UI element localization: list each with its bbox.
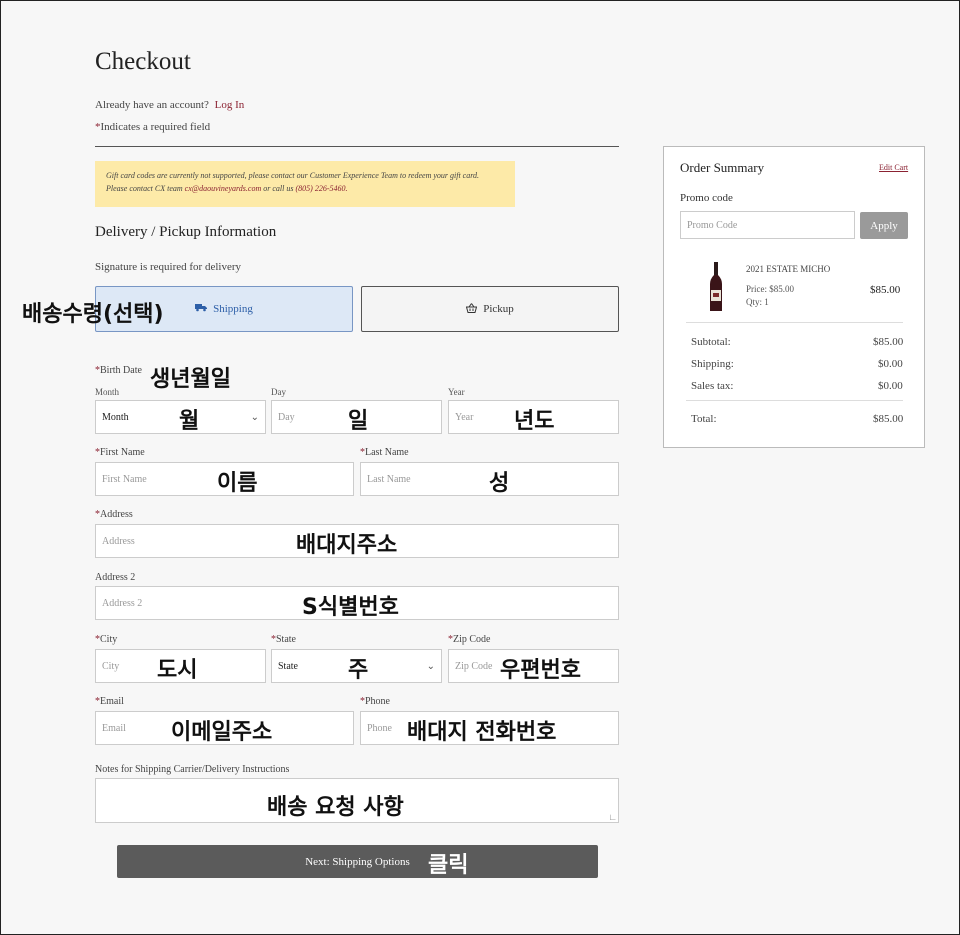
sales-tax-label: Sales tax: [691,380,734,392]
annotation-state: 주 [348,658,369,683]
account-prompt-row: Already have an account? Log In [95,99,244,111]
notice-phone[interactable]: (805) 226-5460. [295,184,347,193]
day-label: Day [271,387,286,397]
signature-note: Signature is required for delivery [95,261,242,273]
page-title: Checkout [95,48,191,75]
annotation-last-name: 성 [489,471,510,496]
first-name-label: *First Name [95,447,145,458]
chevron-down-icon: ⌄ [426,660,435,672]
notes-label: Notes for Shipping Carrier/Delivery Inst… [95,764,290,775]
annotation-notes: 배송 요청 사항 [267,795,404,820]
sales-tax-value: $0.00 [878,380,903,392]
promo-label: Promo code [680,192,733,204]
annotation-year: 년도 [514,409,555,434]
basket-icon [466,302,478,316]
login-link[interactable]: Log In [215,99,245,111]
delivery-heading: Delivery / Pickup Information [95,224,277,240]
month-label: Month [95,387,120,397]
annotation-phone: 배대지 전화번호 [407,720,557,745]
year-label: Year [448,387,465,397]
annotation-address: 배대지주소 [296,533,398,558]
subtotal-label: Subtotal: [691,336,731,348]
shipping-label: Shipping [213,303,253,315]
annotation-shipping: 배송수령(선택) [22,302,164,327]
annotation-birth-date: 생년월일 [150,367,231,392]
annotation-address2: S식별번호 [302,595,399,620]
pickup-option[interactable]: Pickup [361,286,619,332]
annotation-email: 이메일주소 [171,720,273,745]
address2-label: Address 2 [95,572,136,583]
promo-input[interactable]: Promo Code [680,211,855,239]
notice-email[interactable]: cx@daouvineyards.com [185,184,262,193]
gift-card-notice: Gift card codes are currently not suppor… [95,161,515,207]
summary-divider [686,322,903,323]
wine-bottle-image [708,262,724,317]
total-value: $85.00 [873,413,904,425]
birth-date-label: *Birth Date [95,365,142,376]
annotation-month: 월 [179,409,200,434]
required-note-row: *Indicates a required field [95,121,211,133]
account-prompt: Already have an account? [95,99,209,111]
shipping-cost-label: Shipping: [691,358,734,370]
annotation-first-name: 이름 [217,471,258,496]
state-label: *State [271,634,296,645]
subtotal-value: $85.00 [873,336,904,348]
annotation-city: 도시 [157,658,198,683]
annotation-next: 클릭 [428,853,469,878]
shipping-cost-value: $0.00 [878,358,903,370]
item-qty: Qty: 1 [746,297,769,307]
edit-cart-link[interactable]: Edit Cart [879,163,908,172]
next-shipping-options-button[interactable]: Next: Shipping Options [117,845,598,878]
total-label: Total: [691,413,717,425]
divider [95,146,619,147]
phone-label: *Phone [360,696,390,707]
last-name-label: *Last Name [360,447,409,458]
summary-divider-total [686,400,903,401]
item-name: 2021 ESTATE MICHO [746,264,831,274]
annotation-zip: 우편번호 [500,658,581,683]
truck-icon [195,303,208,315]
pickup-label: Pickup [483,303,514,315]
item-total: $85.00 [870,284,901,296]
item-price: Price: $85.00 [746,284,794,294]
zip-label: *Zip Code [448,634,491,645]
chevron-down-icon: ⌄ [250,411,259,423]
email-label: *Email [95,696,124,707]
required-note: Indicates a required field [100,121,211,133]
order-summary-title: Order Summary [680,160,765,175]
city-label: *City [95,634,118,645]
annotation-day: 일 [348,409,369,434]
resize-handle-icon[interactable]: ∟ [608,812,617,822]
apply-promo-button[interactable]: Apply [860,212,908,239]
address-label: *Address [95,509,133,520]
